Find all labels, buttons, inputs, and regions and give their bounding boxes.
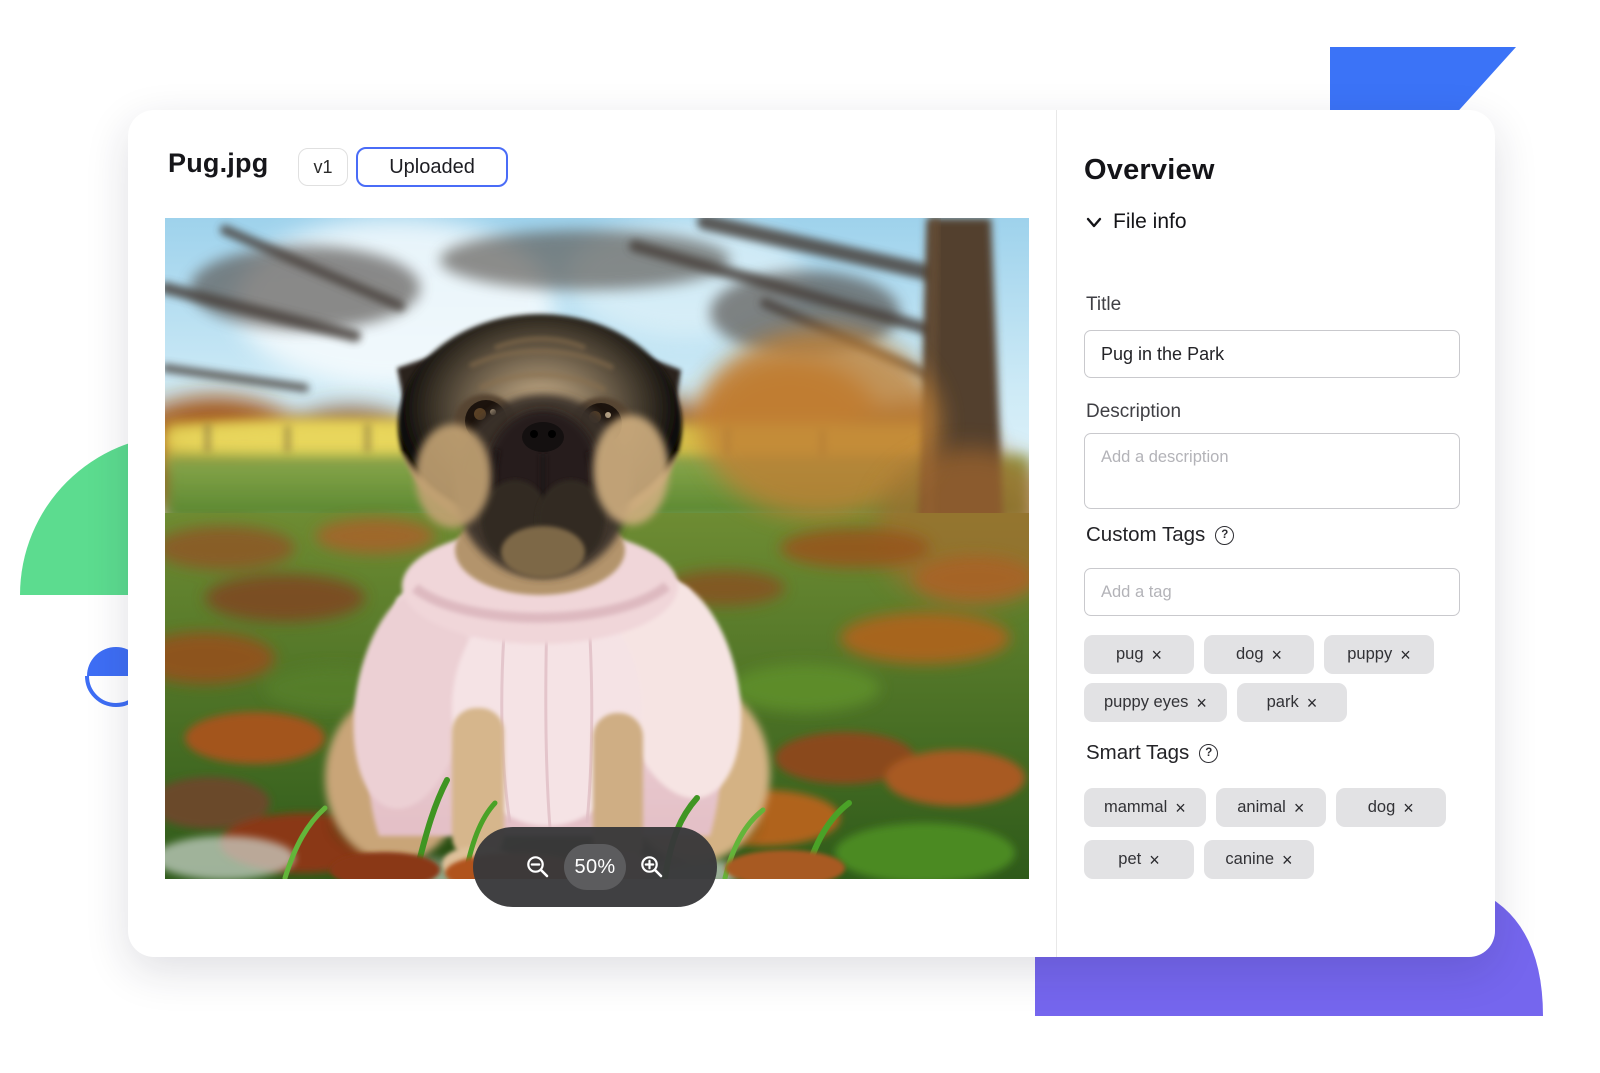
overview-panel: Overview File info Title Description Cus… bbox=[1057, 110, 1495, 957]
smart-tags-heading: Smart Tags ? bbox=[1086, 741, 1218, 765]
page: Pug.jpg v1 Uploaded bbox=[0, 0, 1600, 1073]
zoom-in-button[interactable] bbox=[639, 854, 665, 880]
description-field-label: Description bbox=[1086, 401, 1181, 423]
question-circle-icon[interactable]: ? bbox=[1215, 526, 1234, 545]
tag-chip-dog[interactable]: dog × bbox=[1204, 635, 1314, 674]
tag-chip-puppy[interactable]: puppy × bbox=[1324, 635, 1434, 674]
tag-label: animal bbox=[1237, 798, 1286, 817]
smart-tags-row-1: mammal × animal × dog × bbox=[1084, 788, 1446, 827]
zoom-out-icon bbox=[525, 854, 551, 880]
tag-chip-park[interactable]: park × bbox=[1237, 683, 1347, 722]
remove-tag-icon[interactable]: × bbox=[1307, 694, 1318, 712]
tag-chip-puppy-eyes[interactable]: puppy eyes × bbox=[1084, 683, 1227, 722]
tag-chip-dog-smart[interactable]: dog × bbox=[1336, 788, 1446, 827]
custom-tags-heading: Custom Tags ? bbox=[1086, 523, 1234, 547]
remove-tag-icon[interactable]: × bbox=[1294, 799, 1305, 817]
chevron-down-icon bbox=[1084, 212, 1104, 232]
asset-photo bbox=[165, 218, 1029, 879]
tag-label: puppy bbox=[1347, 645, 1392, 664]
remove-tag-icon[interactable]: × bbox=[1196, 694, 1207, 712]
description-input[interactable] bbox=[1084, 433, 1460, 509]
tag-label: pet bbox=[1118, 850, 1141, 869]
tag-label: dog bbox=[1368, 798, 1396, 817]
tag-label: mammal bbox=[1104, 798, 1167, 817]
tag-chip-animal[interactable]: animal × bbox=[1216, 788, 1326, 827]
remove-tag-icon[interactable]: × bbox=[1175, 799, 1186, 817]
remove-tag-icon[interactable]: × bbox=[1149, 851, 1160, 869]
tag-label: dog bbox=[1236, 645, 1264, 664]
custom-tags-label: Custom Tags bbox=[1086, 523, 1205, 547]
tag-chip-canine[interactable]: canine × bbox=[1204, 840, 1314, 879]
smart-tags-label: Smart Tags bbox=[1086, 741, 1189, 765]
custom-tags-row-2: puppy eyes × park × bbox=[1084, 683, 1347, 722]
zoom-toolbar: 50% bbox=[473, 827, 717, 907]
zoom-in-icon bbox=[639, 854, 665, 880]
parallelogram-shape bbox=[1330, 47, 1516, 118]
tag-label: canine bbox=[1225, 850, 1274, 869]
remove-tag-icon[interactable]: × bbox=[1152, 646, 1163, 664]
remove-tag-icon[interactable]: × bbox=[1400, 646, 1411, 664]
panel-title: Overview bbox=[1084, 154, 1215, 187]
remove-tag-icon[interactable]: × bbox=[1282, 851, 1293, 869]
zoom-out-button[interactable] bbox=[525, 854, 551, 880]
tag-label: pug bbox=[1116, 645, 1144, 664]
version-badge[interactable]: v1 bbox=[298, 148, 348, 186]
smart-tags-row-2: pet × canine × bbox=[1084, 840, 1314, 879]
title-field-label: Title bbox=[1086, 294, 1121, 316]
tag-chip-pet[interactable]: pet × bbox=[1084, 840, 1194, 879]
zoom-level: 50% bbox=[564, 844, 626, 890]
tag-chip-pug[interactable]: pug × bbox=[1084, 635, 1194, 674]
title-input[interactable] bbox=[1084, 330, 1460, 378]
tag-label: park bbox=[1267, 693, 1299, 712]
tag-label: puppy eyes bbox=[1104, 693, 1188, 712]
question-circle-icon[interactable]: ? bbox=[1199, 744, 1218, 763]
asset-detail-card: Pug.jpg v1 Uploaded bbox=[128, 110, 1495, 957]
remove-tag-icon[interactable]: × bbox=[1272, 646, 1283, 664]
file-info-label: File info bbox=[1113, 210, 1187, 234]
file-info-toggle[interactable]: File info bbox=[1084, 210, 1187, 234]
custom-tags-row-1: pug × dog × puppy × bbox=[1084, 635, 1434, 674]
remove-tag-icon[interactable]: × bbox=[1403, 799, 1414, 817]
tag-chip-mammal[interactable]: mammal × bbox=[1084, 788, 1206, 827]
status-badge[interactable]: Uploaded bbox=[356, 147, 508, 187]
file-name: Pug.jpg bbox=[168, 148, 268, 179]
add-tag-input[interactable] bbox=[1084, 568, 1460, 616]
